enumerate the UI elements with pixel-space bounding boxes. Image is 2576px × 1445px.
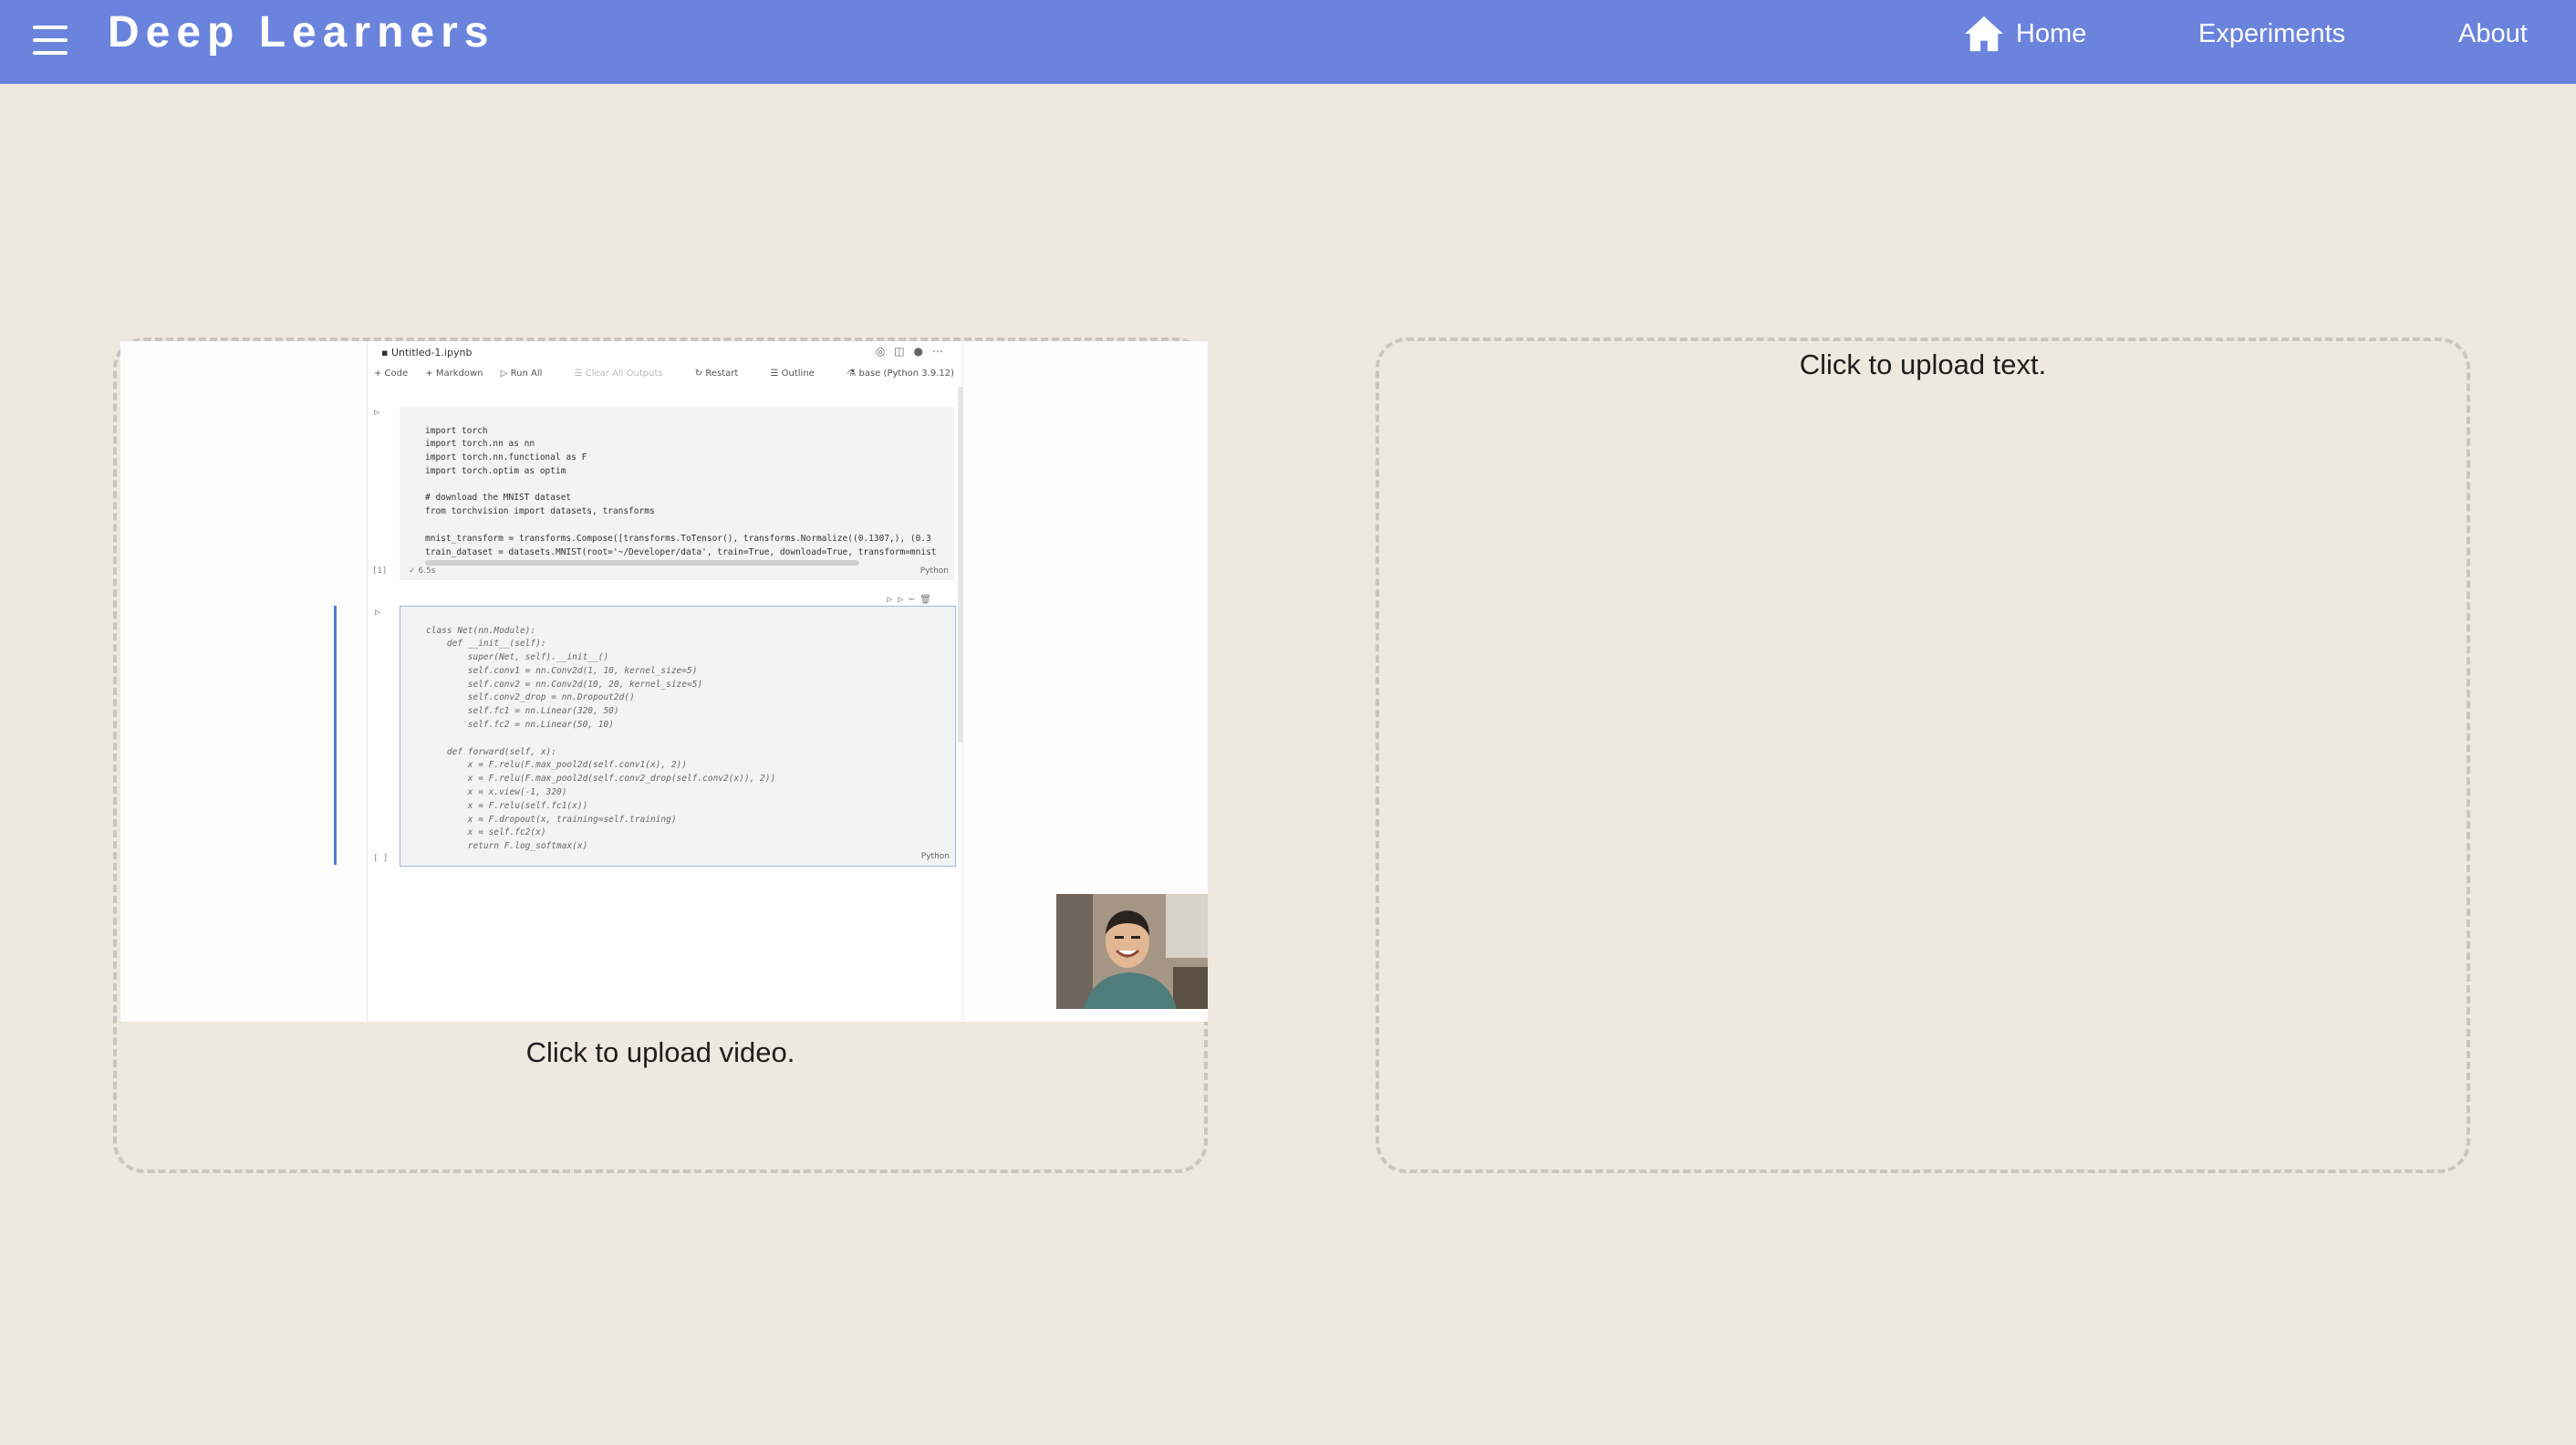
cell-exec-time: ✓ 6.5s bbox=[409, 567, 436, 577]
notebook-scrollbar bbox=[958, 387, 963, 743]
nav-about-link[interactable]: About bbox=[2458, 13, 2528, 55]
cell-language: Python bbox=[919, 567, 949, 577]
notebook-screenshot: ▪ Untitled-1.ipynb ◎◫●⋯ + Code + Markdow… bbox=[334, 341, 963, 1022]
execution-count: [ ] bbox=[373, 854, 389, 864]
toolbar-code: + Code bbox=[374, 369, 409, 379]
kernel-indicator: ⚗ base (Python 3.9.12) bbox=[847, 369, 954, 379]
toolbar-markdown: + Markdown bbox=[425, 369, 483, 379]
toolbar-clear-outputs: ☰ Clear All Outputs bbox=[574, 369, 663, 379]
tab-actions-icons: ◎◫●⋯ bbox=[875, 345, 952, 358]
run-cell-icon: ▷ bbox=[374, 408, 380, 418]
person-image bbox=[1056, 894, 1208, 1009]
text-upload-dropzone[interactable]: Click to upload text. bbox=[1376, 338, 2470, 1173]
notebook-tab: ▪ Untitled-1.ipynb bbox=[381, 347, 473, 359]
text-upload-label[interactable]: Click to upload text. bbox=[1379, 348, 2467, 381]
cell-language: Python bbox=[920, 852, 950, 862]
app-header: Deep Learners Home Experiments About bbox=[0, 0, 2576, 84]
hamburger-menu-icon[interactable] bbox=[31, 20, 69, 60]
brand-title[interactable]: Deep Learners bbox=[108, 5, 495, 60]
cell-code: class Net(nn.Module): def __init__(self)… bbox=[426, 625, 776, 852]
code-cell-1: ▷ import torch import torch.nn as nn imp… bbox=[372, 407, 954, 580]
toolbar-run-all: ▷ Run All bbox=[500, 369, 543, 379]
video-upload-label[interactable]: Click to upload video. bbox=[117, 1036, 1204, 1069]
cell-actions-icons: ▷▷⋯🗑 bbox=[887, 595, 937, 605]
nav-home-link[interactable]: Home bbox=[1963, 13, 2086, 55]
video-preview[interactable]: ▪ Untitled-1.ipynb ◎◫●⋯ + Code + Markdow… bbox=[120, 341, 1208, 1022]
video-upload-dropzone[interactable]: ▪ Untitled-1.ipynb ◎◫●⋯ + Code + Markdow… bbox=[113, 338, 1208, 1173]
run-cell-icon: ▷ bbox=[375, 608, 381, 618]
toolbar-restart: ↻ Restart bbox=[694, 369, 739, 379]
cell-code: import torch import torch.nn as nn impor… bbox=[425, 425, 937, 557]
horizontal-scrollbar bbox=[425, 560, 859, 566]
webcam-overlay bbox=[1056, 894, 1208, 1009]
execution-count: [1] bbox=[372, 567, 388, 577]
code-cell-2: ▷▷⋯🗑 ▷ class Net(nn.Module): def __init_… bbox=[373, 595, 956, 867]
active-cell-indicator bbox=[334, 606, 337, 865]
home-icon bbox=[1965, 16, 2003, 52]
nav-home-label: Home bbox=[2016, 19, 2087, 48]
toolbar-outline: ☰ Outline bbox=[770, 369, 815, 379]
nav-experiments-link[interactable]: Experiments bbox=[2198, 13, 2345, 55]
